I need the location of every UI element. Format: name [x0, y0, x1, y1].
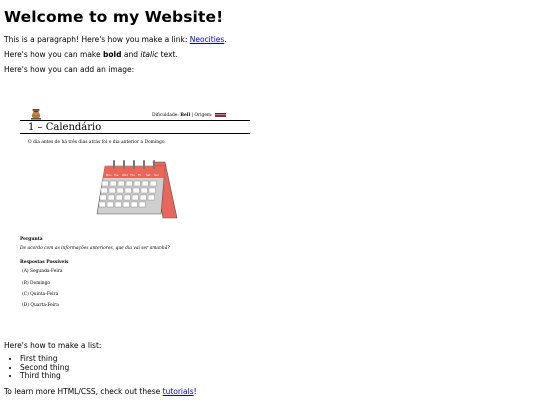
question-text: De acordo com as informações anteriores,…	[20, 246, 170, 251]
answers-heading: Respostas Possíveis	[20, 260, 69, 265]
embedded-quiz-image: Dificuldade: Bell | Origem: 1 – Calendár…	[0, 100, 270, 330]
calendar-day-label: Thu	[130, 173, 135, 177]
bold-text: bold	[103, 50, 122, 59]
formatting-text: Here's how you can make	[4, 50, 103, 59]
paragraph-formatting: Here's how you can make bold and italic …	[4, 50, 178, 59]
answer-b: (B) Domingo	[22, 281, 51, 286]
list-intro: Here's how to make a list:	[4, 341, 102, 350]
page-title: Welcome to my Website!	[4, 8, 224, 26]
statement-text: O dia antes de há três dias atrás foi o …	[28, 140, 166, 145]
paragraph-text: This is a paragraph! Here's how you make…	[4, 35, 190, 44]
calendar-day-label: Mon	[106, 173, 112, 177]
calendar-day-label: Sat	[146, 173, 150, 177]
header-rule	[20, 120, 250, 121]
italic-text: italic	[140, 50, 159, 59]
difficulty-value: Bell	[180, 113, 191, 118]
footer-text: To learn more HTML/CSS, check out these	[4, 387, 163, 396]
tutorials-link[interactable]: tutorials	[163, 387, 194, 396]
difficulty-label: Dificuldade:	[152, 113, 179, 118]
flag-icon	[214, 113, 226, 117]
footer-paragraph: To learn more HTML/CSS, check out these …	[4, 387, 197, 396]
neocities-link[interactable]: Neocities	[190, 35, 225, 44]
bullet-list: First thing Second thing Third thing	[4, 354, 69, 381]
title-rule	[20, 133, 250, 134]
chapter-title: 1 – Calendário	[28, 122, 102, 133]
formatting-end: text.	[158, 50, 178, 59]
answer-c: (C) Quinta-Feira	[22, 292, 59, 297]
list-item: Third thing	[20, 371, 69, 381]
desk-calendar-icon: Mon Tue Wed Thu Fri Sat Sun	[96, 160, 178, 219]
paragraph-image-intro: Here's how you can add an image:	[4, 65, 135, 74]
paragraph-link: This is a paragraph! Here's how you make…	[4, 35, 227, 44]
answer-a: (A) Segunda-Feira	[22, 269, 63, 274]
origin-label: | Origem:	[191, 113, 213, 118]
beaver-logo-icon	[31, 109, 41, 120]
question-heading: Pergunta	[20, 237, 43, 242]
footer-end: !	[193, 387, 197, 396]
difficulty-origin: Dificuldade: Bell | Origem:	[152, 113, 226, 118]
calendar-day-label: Fri	[138, 173, 141, 177]
calendar-day-label: Sun	[154, 173, 159, 177]
answer-d: (D) Quarta-Feira	[22, 303, 59, 308]
formatting-and: and	[121, 50, 141, 59]
calendar-day-label: Wed	[122, 173, 128, 177]
period: .	[224, 35, 227, 44]
calendar-day-label: Tue	[114, 173, 119, 177]
